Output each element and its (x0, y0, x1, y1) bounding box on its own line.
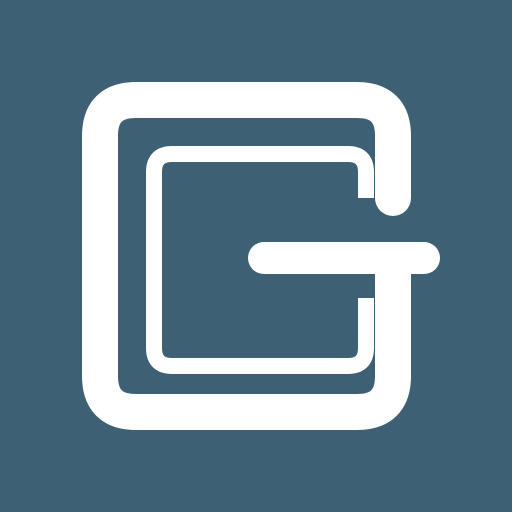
g-logo-icon (0, 0, 512, 512)
app-icon (0, 0, 512, 512)
